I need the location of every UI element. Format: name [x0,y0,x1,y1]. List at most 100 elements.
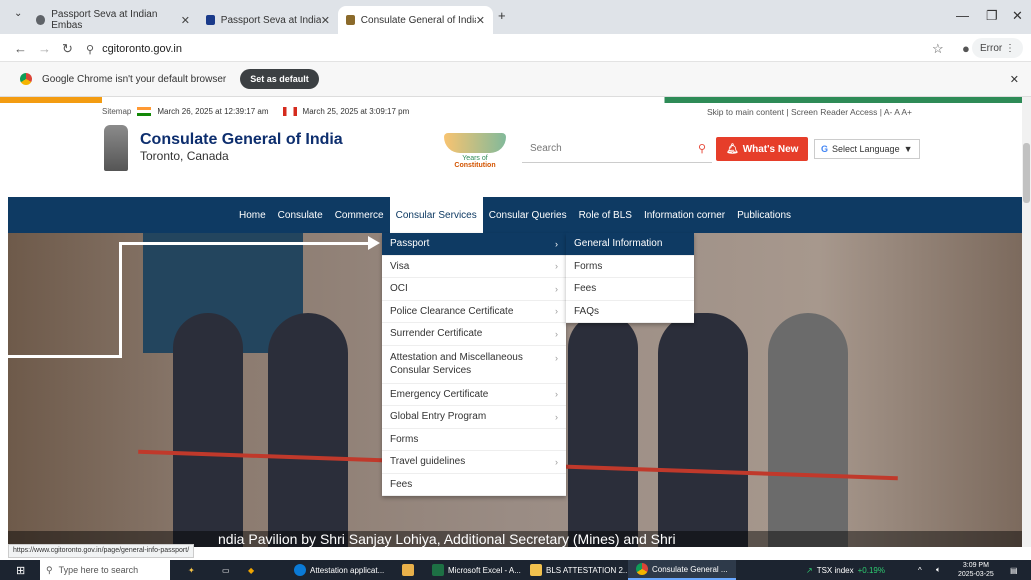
menu-item-global-entry[interactable]: Global Entry Program › [382,406,566,429]
utility-bar: Sitemap March 26, 2025 at 12:39:17 am Ma… [102,107,409,116]
taskbar-app-label: BLS ATTESTATION 2... [546,565,630,575]
close-tab-icon[interactable]: ✕ [181,14,190,27]
site-brand[interactable]: Consulate General of India Toronto, Cana… [140,131,343,163]
tab-passport-seva-2[interactable]: Passport Seva at Indian Embas ✕ [198,6,338,34]
menu-item-travel[interactable]: Travel guidelines › [382,451,566,474]
sitemap-link[interactable]: Sitemap [102,107,131,116]
tab-passport-seva-1[interactable]: Passport Seva at Indian Embas ✕ [28,6,198,34]
nav-information-corner[interactable]: Information corner [638,197,731,233]
nav-home[interactable]: Home [233,197,272,233]
menu-item-label: Passport [390,238,430,250]
app-icon[interactable]: ◆ [248,566,254,575]
taskbar-search-input[interactable]: ⚲ Type here to search [40,560,170,580]
language-select[interactable]: G Select Language ▼ [814,139,920,159]
folder-icon [530,564,542,576]
tsx-widget[interactable]: ↗ TSX index +0.19% [806,566,885,575]
browser-tab-bar: ⌄ Passport Seva at Indian Embas ✕ Passpo… [0,0,1031,34]
close-tab-icon[interactable]: ✕ [476,14,485,27]
menu-item-emergency[interactable]: Emergency Certificate › [382,384,566,406]
file-explorer-icon[interactable] [402,564,414,576]
url-text: cgitoronto.gov.in [102,43,182,55]
menu-item-passport[interactable]: Passport › [382,233,566,256]
chevron-right-icon: › [555,306,558,317]
back-icon[interactable]: ← [14,41,27,56]
menu-item-label: Emergency Certificate [390,388,489,400]
submenu-forms[interactable]: Forms [566,256,694,278]
main-navigation: Home Consulate Commerce Consular Service… [8,197,1022,233]
tab-label: Consulate General of India, Toro [360,14,476,26]
notification-icon[interactable]: ▤ [1010,566,1018,575]
close-window-icon[interactable]: ✕ [1012,8,1023,24]
menu-item-label: Surrender Certificate [390,328,483,340]
tray-chevron-icon[interactable]: ^ [918,566,922,575]
nav-role-of-bls[interactable]: Role of BLS [573,197,638,233]
whats-new-label: What's New [742,143,799,155]
search-icon[interactable]: ⚲ [698,142,706,155]
site-header: Sitemap March 26, 2025 at 12:39:17 am Ma… [0,103,1022,203]
bell-icon: 🔔︎ [726,143,739,155]
page-scrollbar[interactable] [1022,97,1031,547]
nav-consular-services[interactable]: Consular Services [389,197,483,233]
accessibility-links[interactable]: Skip to main content | Screen Reader Acc… [707,107,912,117]
tab-search-icon[interactable]: ⌄ [14,8,22,19]
chevron-right-icon: › [555,261,558,272]
menu-item-fees[interactable]: Fees [382,474,566,496]
default-browser-infobar: Google Chrome isn't your default browser… [0,62,1031,97]
site-info-icon[interactable]: ⚲ [86,43,94,56]
tab-consulate-general[interactable]: Consulate General of India, Toro ✕ [338,6,493,34]
set-default-button[interactable]: Set as default [240,69,319,89]
menu-item-forms[interactable]: Forms [382,429,566,451]
nav-consulate[interactable]: Consulate [272,197,329,233]
tsx-change: +0.19% [857,565,885,575]
taskbar-app-excel[interactable]: Microsoft Excel - A... [424,560,529,580]
tsx-label: TSX index [816,565,854,575]
speaker-icon[interactable]: 🔈︎ [936,565,941,575]
reload-icon[interactable]: ↻ [62,41,73,57]
scrollbar-thumb[interactable] [1023,143,1030,203]
chevron-right-icon: › [555,411,558,422]
submenu-label: Fees [574,283,597,295]
minimize-icon[interactable]: — [956,8,969,23]
nav-consular-queries[interactable]: Consular Queries [483,197,573,233]
new-tab-icon[interactable]: + [498,8,506,23]
submenu-fees[interactable]: Fees [566,278,694,301]
nav-commerce[interactable]: Commerce [329,197,390,233]
nav-publications[interactable]: Publications [731,197,797,233]
task-view-icon[interactable]: ▭ [222,566,230,575]
close-tab-icon[interactable]: ✕ [321,14,330,27]
close-infobar-icon[interactable]: ✕ [1010,73,1019,86]
infobar-text: Google Chrome isn't your default browser [42,73,227,85]
menu-item-surrender[interactable]: Surrender Certificate › [382,323,566,346]
submenu-general-information[interactable]: General Information [566,233,694,256]
consular-services-menu: Passport › Visa › OCI › Police Clearance Ce… [382,233,566,496]
bookmark-star-icon[interactable]: ☆ [932,41,944,57]
chevron-right-icon: › [555,238,558,249]
clock-time: 3:09 PM [962,562,989,569]
submenu-faqs[interactable]: FAQs [566,301,694,323]
person-figure [568,313,638,547]
taskbar-clock[interactable]: 3:09 PM 2025-03-25 [958,561,994,579]
whats-new-button[interactable]: 🔔︎ What's New [716,137,809,161]
menu-item-label: Forms [390,433,419,445]
menu-item-label: Travel guidelines [390,456,466,468]
windows-start-icon[interactable]: ⊞ [16,564,25,577]
maximize-icon[interactable]: ❐ [986,8,998,24]
menu-item-oci[interactable]: OCI › [382,278,566,301]
profile-icon[interactable]: ● [962,41,970,56]
address-bar-row: ← → ↻ ⚲ cgitoronto.gov.in ☆ ● Error ⋮ [0,34,1031,62]
error-button[interactable]: Error ⋮ [971,38,1023,58]
chevron-right-icon: › [555,283,558,294]
annotation-arrow-line [119,242,122,358]
site-search-input[interactable]: Search ⚲ [522,137,712,163]
taskbar-app-bls[interactable]: BLS ATTESTATION 2... [522,560,638,580]
url-field[interactable]: ⚲ cgitoronto.gov.in [86,39,926,59]
menu-item-pcc[interactable]: Police Clearance Certificate › [382,301,566,323]
dropdown-arrow-icon: ▼ [903,144,913,154]
menu-item-attestation[interactable]: Attestation and Miscellaneous Consular S… [382,346,566,384]
chevron-right-icon: › [555,352,558,363]
taskbar-app-attestation[interactable]: Attestation applicat... [286,560,392,580]
annotation-arrowhead-icon [368,236,380,250]
taskbar-app-chrome[interactable]: Consulate General ... [628,560,736,580]
forward-icon[interactable]: → [38,41,51,56]
menu-item-visa[interactable]: Visa › [382,256,566,278]
